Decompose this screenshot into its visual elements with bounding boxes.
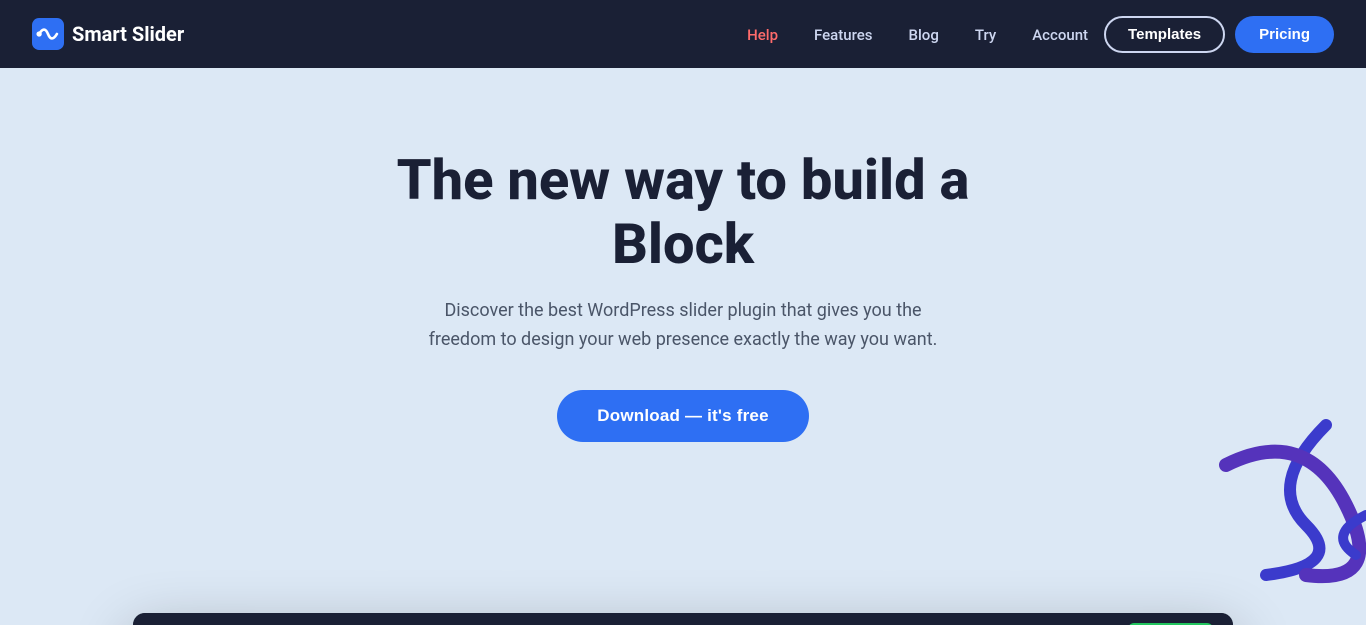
nav-features[interactable]: Features [814, 26, 872, 44]
hero-subtitle: Discover the best WordPress slider plugi… [413, 297, 953, 355]
editor-preview: 🏠 Dashboard › 🖼 Slider › ⠿ Slides ▾ Smar… [133, 613, 1233, 625]
nav-help[interactable]: Help [747, 26, 778, 44]
editor-topbar: 🏠 Dashboard › 🖼 Slider › ⠿ Slides ▾ Smar… [133, 613, 1233, 625]
nav-links: Help Features Blog Try Account [747, 25, 1088, 44]
pricing-button[interactable]: Pricing [1235, 16, 1334, 53]
nav-try[interactable]: Try [975, 26, 996, 44]
hero-title: The new way to build a Block [323, 148, 1043, 277]
squiggle-decoration [1066, 405, 1366, 585]
hero-section: The new way to build a Block Discover th… [0, 68, 1366, 625]
download-button[interactable]: Download — it's free [557, 390, 808, 442]
templates-button[interactable]: Templates [1104, 16, 1225, 53]
nav-account[interactable]: Account [1032, 26, 1088, 44]
logo-icon [32, 18, 64, 50]
navbar: Smart Slider Help Features Blog Try Acco… [0, 0, 1366, 68]
nav-blog[interactable]: Blog [909, 26, 939, 44]
logo-text: Smart Slider [72, 22, 184, 46]
logo-link[interactable]: Smart Slider [32, 18, 184, 50]
